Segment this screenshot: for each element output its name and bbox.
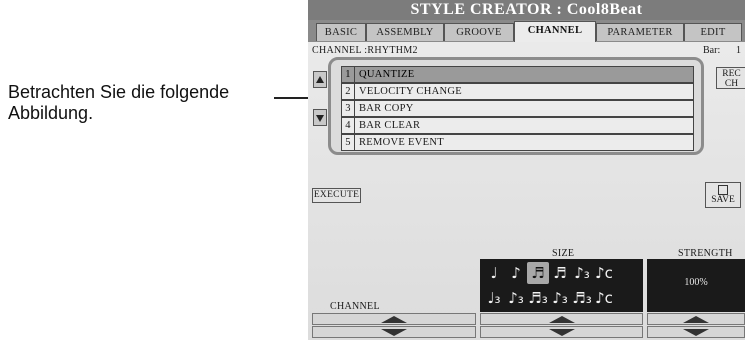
down-arrow-icon [316, 115, 324, 122]
save-button[interactable]: SAVE [705, 182, 741, 208]
menu-item-velocity-change[interactable]: 2 VELOCITY CHANGE [341, 83, 694, 100]
menu-item-label: BAR CLEAR [359, 120, 421, 131]
menu-item-label: REMOVE EVENT [359, 137, 444, 148]
tab-basic[interactable]: BASIC [316, 23, 366, 41]
disk-icon [718, 185, 728, 195]
menu-item-number: 3 [342, 101, 355, 116]
down-arrow-icon [548, 329, 575, 336]
scroll-up-button[interactable] [313, 71, 327, 88]
rec-ch-line2: CH [724, 79, 739, 89]
size-panel: ♩ ♪ ♬ ♬ ♪₃ ♪c ♩₃ ♪₃ ♬₃ ♪₃ ♬₃ ♪c [480, 259, 643, 312]
note-size-option [615, 262, 637, 284]
menu-item-number: 4 [342, 118, 355, 133]
menu-item-quantize[interactable]: 1 QUANTIZE [341, 66, 694, 83]
channel-up-button[interactable] [312, 313, 476, 325]
note-size-option[interactable]: ♪c [593, 287, 615, 309]
operation-menu: 1 QUANTIZE 2 VELOCITY CHANGE 3 BAR COPY 4 BA… [328, 57, 704, 155]
menu-item-bar-copy[interactable]: 3 BAR COPY [341, 100, 694, 117]
note-size-option[interactable]: ♪₃ [571, 262, 593, 284]
note-size-option[interactable]: ♪ [505, 262, 527, 284]
bar-value: 1 [736, 45, 741, 56]
menu-item-number: 2 [342, 84, 355, 99]
note-size-option[interactable]: ♬ [527, 262, 549, 284]
note-size-option[interactable]: ♪₃ [549, 287, 571, 309]
page-title: STYLE CREATOR : Cool8Beat [308, 0, 745, 20]
menu-item-label: QUANTIZE [359, 69, 415, 80]
note-size-option[interactable]: ♩ [483, 262, 505, 284]
note-size-option[interactable]: ♬ [549, 262, 571, 284]
channel-section-label: CHANNEL [330, 301, 380, 312]
menu-item-number: 5 [342, 135, 355, 150]
tab-assembly[interactable]: ASSEMBLY [366, 23, 444, 41]
note-size-grid: ♩ ♪ ♬ ♬ ♪₃ ♪c ♩₃ ♪₃ ♬₃ ♪₃ ♬₃ ♪c [483, 262, 637, 309]
tab-edit[interactable]: EDIT [684, 23, 742, 41]
caption-text: Betrachten Sie die folgende Abbildung. [8, 82, 230, 123]
note-size-option[interactable]: ♬₃ [527, 287, 549, 309]
up-arrow-icon [548, 316, 575, 323]
rec-ch-line1: REC [722, 69, 741, 79]
channel-down-button[interactable] [312, 326, 476, 338]
menu-item-label: BAR COPY [359, 103, 414, 114]
note-size-option[interactable]: ♪c [593, 262, 615, 284]
menu-item-remove-event[interactable]: 5 REMOVE EVENT [341, 134, 694, 151]
scroll-down-button[interactable] [313, 109, 327, 126]
tab-groove[interactable]: GROOVE [444, 23, 514, 41]
note-size-option[interactable]: ♬₃ [571, 287, 593, 309]
note-size-option[interactable]: ♪₃ [505, 287, 527, 309]
tab-channel[interactable]: CHANNEL [514, 21, 596, 42]
strength-up-button[interactable] [647, 313, 745, 325]
strength-panel: 100% [647, 259, 745, 312]
rec-ch-button[interactable]: REC CH [716, 67, 745, 89]
menu-item-bar-clear[interactable]: 4 BAR CLEAR [341, 117, 694, 134]
size-up-button[interactable] [480, 313, 643, 325]
tab-bar: BASIC ASSEMBLY GROOVE CHANNEL PARAMETER … [308, 20, 745, 42]
down-arrow-icon [381, 329, 407, 336]
menu-item-label: VELOCITY CHANGE [359, 86, 462, 97]
down-arrow-icon [683, 329, 709, 336]
strength-value: 100% [684, 277, 708, 288]
channel-name: CHANNEL :RHYTHM2 [312, 45, 418, 56]
size-label: SIZE [552, 248, 575, 259]
execute-button[interactable]: EXECUTE [312, 188, 361, 203]
bar-label: Bar: [703, 45, 721, 56]
tab-parameter[interactable]: PARAMETER [596, 23, 684, 41]
note-size-option[interactable]: ♩₃ [483, 287, 505, 309]
style-creator-screen: STYLE CREATOR : Cool8Beat BASIC ASSEMBLY… [308, 0, 745, 340]
up-arrow-icon [316, 76, 324, 83]
size-down-button[interactable] [480, 326, 643, 338]
strength-label: STRENGTH [678, 248, 733, 259]
save-label: SAVE [711, 195, 735, 205]
up-arrow-icon [381, 316, 407, 323]
menu-item-number: 1 [342, 67, 355, 82]
note-size-option [615, 287, 637, 309]
up-arrow-icon [683, 316, 709, 323]
strength-down-button[interactable] [647, 326, 745, 338]
